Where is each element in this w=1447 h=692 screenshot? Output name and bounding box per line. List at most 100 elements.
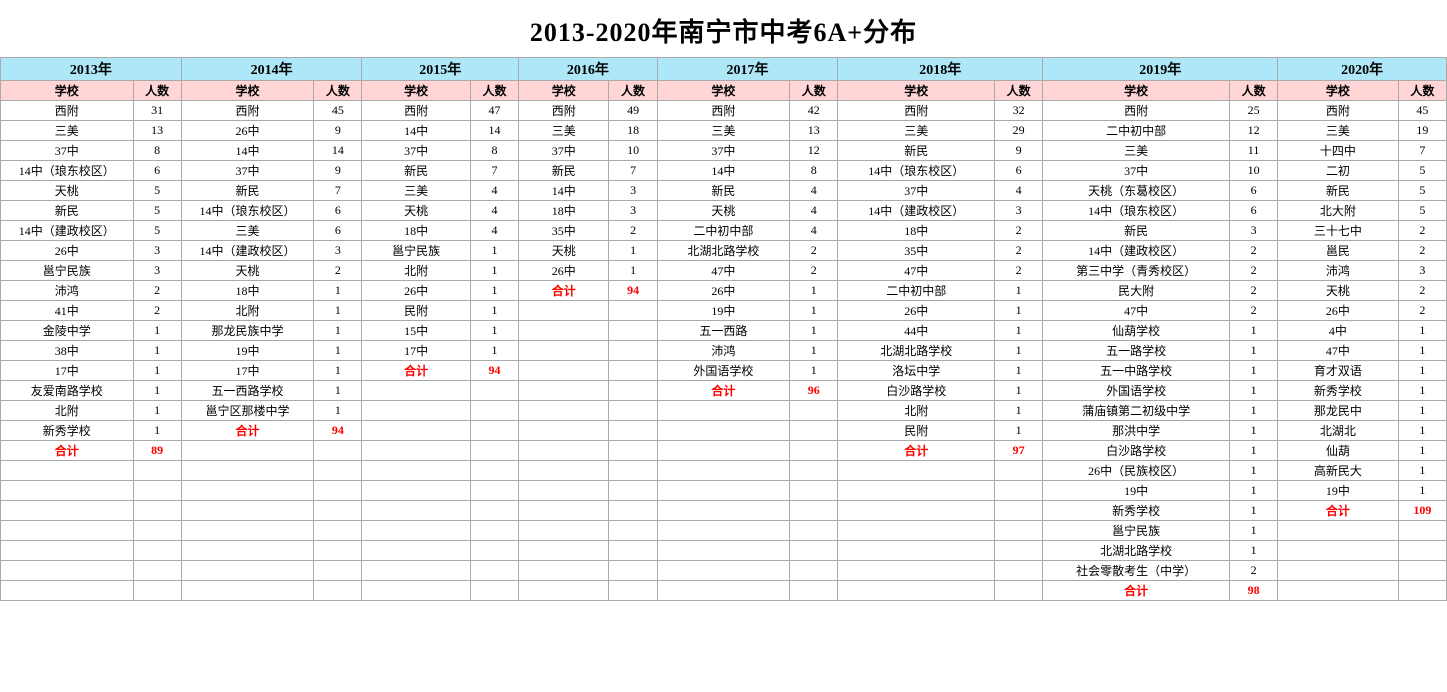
school-cell: 仙葫	[1278, 441, 1399, 461]
school-cell: 14中（琅东校区）	[838, 161, 995, 181]
school-cell: 26中	[362, 281, 470, 301]
num-cell: 7	[314, 181, 362, 201]
num-cell	[314, 501, 362, 521]
school-cell: 外国语学校	[657, 361, 790, 381]
school-cell	[519, 341, 609, 361]
school-cell	[1, 561, 134, 581]
school-cell: 新民	[1278, 181, 1399, 201]
col-num-2016: 人数	[609, 81, 657, 101]
col-num-2013: 人数	[133, 81, 181, 101]
school-cell: 14中（建政校区）	[181, 241, 314, 261]
num-cell: 1	[1229, 481, 1277, 501]
col-school-2018: 学校	[838, 81, 995, 101]
num-cell: 1	[1229, 461, 1277, 481]
num-cell	[790, 461, 838, 481]
school-cell	[657, 561, 790, 581]
school-cell: 北湖北路学校	[657, 241, 790, 261]
school-cell	[181, 521, 314, 541]
table-row: 17中117中1合计94外国语学校1洛坛中学1五一中路学校1育才双语1	[1, 361, 1447, 381]
school-cell	[838, 541, 995, 561]
num-cell: 2	[133, 281, 181, 301]
year-2013: 2013年	[1, 58, 182, 81]
num-cell	[790, 501, 838, 521]
school-cell: 47中	[1278, 341, 1399, 361]
school-cell: 五一西路	[657, 321, 790, 341]
num-cell: 2	[995, 241, 1043, 261]
school-cell	[838, 481, 995, 501]
num-cell: 9	[314, 121, 362, 141]
year-2015: 2015年	[362, 58, 519, 81]
num-cell: 42	[790, 101, 838, 121]
table-row: 天桃5新民7三美414中3新民437中4天桃（东葛校区）6新民5	[1, 181, 1447, 201]
num-cell: 96	[790, 381, 838, 401]
school-cell	[1, 521, 134, 541]
num-cell	[995, 461, 1043, 481]
table-row: 38中119中117中1沛鸿1北湖北路学校1五一路学校147中1	[1, 341, 1447, 361]
school-cell	[838, 561, 995, 581]
school-cell: 三美	[1278, 121, 1399, 141]
num-cell	[1398, 521, 1446, 541]
num-cell	[609, 381, 657, 401]
table-row: 14中（建政校区）5三美618中435中2二中初中部418中2新民3三十七中2	[1, 221, 1447, 241]
school-cell: 38中	[1, 341, 134, 361]
num-cell: 11	[1229, 141, 1277, 161]
num-cell	[609, 321, 657, 341]
num-cell	[470, 421, 518, 441]
year-2020: 2020年	[1278, 58, 1447, 81]
num-cell	[995, 481, 1043, 501]
year-2019: 2019年	[1043, 58, 1278, 81]
table-row: 14中（琅东校区）637中9新民7新民714中814中（琅东校区）637中10二…	[1, 161, 1447, 181]
num-cell: 1	[1229, 521, 1277, 541]
school-cell	[657, 401, 790, 421]
col-num-2017: 人数	[790, 81, 838, 101]
school-cell	[181, 481, 314, 501]
school-cell	[362, 501, 470, 521]
school-cell	[362, 421, 470, 441]
table-row: 新民514中（琅东校区）6天桃418中3天桃414中（建政校区）314中（琅东校…	[1, 201, 1447, 221]
school-cell: 合计	[1, 441, 134, 461]
school-cell	[362, 581, 470, 601]
num-cell: 3	[995, 201, 1043, 221]
num-cell: 2	[609, 221, 657, 241]
num-cell: 3	[314, 241, 362, 261]
table-row: 友爱南路学校1五一西路学校1合计96白沙路学校1外国语学校1新秀学校1	[1, 381, 1447, 401]
school-cell: 14中（琅东校区）	[1, 161, 134, 181]
school-cell: 天桃	[657, 201, 790, 221]
school-cell: 天桃	[1278, 281, 1399, 301]
num-cell: 5	[133, 181, 181, 201]
num-cell	[470, 521, 518, 541]
num-cell: 1	[1398, 441, 1446, 461]
num-cell: 1	[470, 301, 518, 321]
school-cell	[838, 521, 995, 541]
school-cell	[362, 561, 470, 581]
school-cell: 天桃（东葛校区）	[1043, 181, 1230, 201]
school-cell: 民附	[362, 301, 470, 321]
school-cell: 14中（建政校区）	[1043, 241, 1230, 261]
num-cell	[470, 561, 518, 581]
school-cell	[181, 461, 314, 481]
num-cell: 8	[470, 141, 518, 161]
school-cell: 那龙民中	[1278, 401, 1399, 421]
num-cell: 1	[1398, 361, 1446, 381]
school-cell	[657, 521, 790, 541]
num-cell: 1	[995, 341, 1043, 361]
num-cell: 6	[314, 221, 362, 241]
main-table: 2013年 2014年 2015年 2016年 2017年 2018年 2019…	[0, 57, 1447, 601]
num-cell: 5	[133, 221, 181, 241]
school-cell: 37中	[519, 141, 609, 161]
num-cell	[995, 501, 1043, 521]
num-cell	[609, 561, 657, 581]
num-cell	[995, 561, 1043, 581]
school-cell	[362, 461, 470, 481]
school-cell	[657, 501, 790, 521]
school-cell: 北湖北路学校	[838, 341, 995, 361]
num-cell: 94	[609, 281, 657, 301]
school-cell	[362, 541, 470, 561]
num-cell: 1	[1229, 501, 1277, 521]
num-cell	[1398, 561, 1446, 581]
num-cell: 4	[790, 221, 838, 241]
num-cell	[609, 521, 657, 541]
school-cell: 19中	[181, 341, 314, 361]
school-cell	[362, 401, 470, 421]
school-cell	[657, 441, 790, 461]
